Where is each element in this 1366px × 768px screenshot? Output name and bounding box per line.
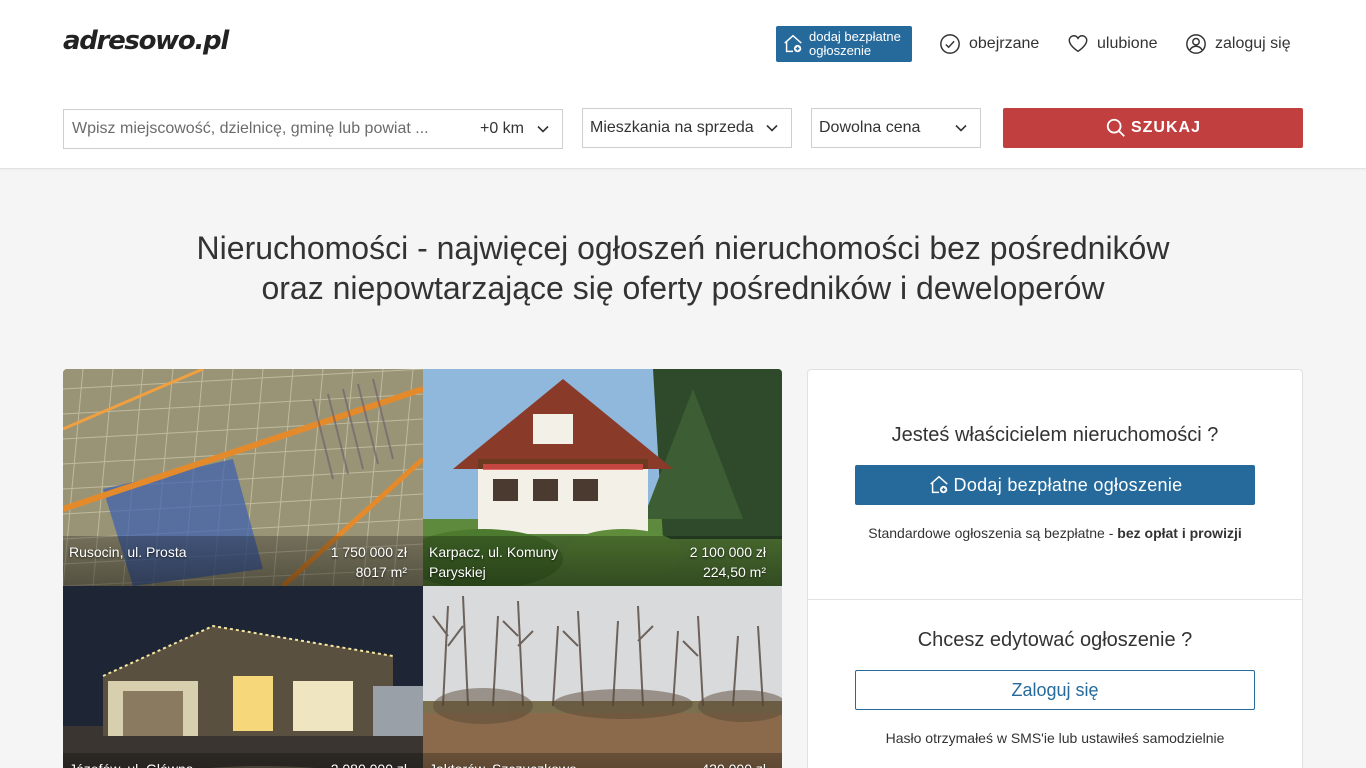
listing-area: 8017 m² [355, 564, 407, 580]
login-button[interactable]: Zaloguj się [855, 670, 1255, 710]
listing-photo-night-house [63, 586, 423, 768]
listing-address: Rusocin, ul. Prosta [69, 544, 187, 560]
nav-login-label: zaloguj się [1215, 35, 1291, 52]
listing-price: 420 000 zł [701, 759, 766, 768]
login-button-label: Zaloguj się [1011, 679, 1099, 700]
headline-line2: oraz niepowtarzające się oferty pośredni… [261, 270, 1105, 306]
listing-address: Józefów, ul. Główna [69, 759, 249, 768]
property-type-select[interactable]: Mieszkania na sprzedaż [582, 108, 792, 148]
panel-divider [808, 599, 1302, 600]
price-select[interactable]: Dowolna cena [811, 108, 981, 148]
listing-photo-field [423, 586, 782, 768]
listing-area: 224,50 m² [702, 564, 766, 580]
search-button-label: SZUKAJ [1130, 119, 1201, 136]
site-header: adresowo.pl dodaj bezpłatne ogłoszenie o… [0, 0, 1366, 169]
listing-address: Karpacz, ul. Komuny Paryskiej [429, 544, 559, 580]
listing-price-block: 2 080 000 zł [331, 759, 407, 768]
nav-favorites-label: ulubione [1097, 35, 1158, 52]
nav-watched-label: obejrzane [969, 35, 1040, 52]
site-logo[interactable]: adresowo.pl [63, 26, 229, 56]
price-value: Dowolna cena [819, 119, 921, 136]
listing-price: 1 750 000 zł [330, 544, 407, 560]
heart-icon [1068, 35, 1088, 53]
owner-panel-title: Jesteś właścicielem nieruchomości ? [891, 424, 1219, 446]
featured-listings: Rusocin, ul. Prosta 1 750 000 zł 8017 m² [63, 369, 782, 768]
logo-suffix: .pl [194, 26, 229, 56]
listing-price: 2 100 000 zł [689, 544, 766, 560]
listing-price-block: 2 100 000 zł 224,50 m² [690, 542, 766, 582]
user-circle-icon [1186, 34, 1206, 54]
chevron-down-icon [537, 125, 549, 133]
add-listing-button[interactable]: dodaj bezpłatne ogłoszenie [776, 26, 912, 62]
free-note-bold: bez opłat i prowizji [1117, 525, 1242, 541]
listing-card[interactable]: Karpacz, ul. Komuny Paryskiej 2 100 000 … [423, 369, 782, 586]
listing-card[interactable]: Jaktorów, Szczuczkowo 420 000 zł [423, 586, 782, 768]
listing-caption: Józefów, ul. Główna 2 080 000 zł [63, 753, 423, 768]
edit-panel-title: Chcesz edytować ogłoszenie ? [917, 629, 1193, 651]
location-input[interactable] [64, 111, 464, 147]
owner-panel: Jesteś właścicielem nieruchomości ? Doda… [807, 369, 1303, 768]
headline-line1: Nieruchomości - najwięcej ogłoszeń nieru… [196, 230, 1170, 266]
chevron-down-icon [955, 124, 967, 132]
add-free-listing-label: Dodaj bezpłatne ogłoszenie [953, 474, 1183, 495]
listing-address: Jaktorów, Szczuczkowo [429, 759, 609, 768]
house-plus-icon [929, 475, 948, 494]
radius-value: +0 km [479, 120, 524, 137]
chevron-down-icon [766, 124, 778, 132]
nav-favorites[interactable]: ulubione [1067, 32, 1158, 56]
listing-price-block: 420 000 zł [701, 759, 766, 768]
listing-price: 2 080 000 zł [331, 759, 407, 768]
logo-text: adresowo [63, 26, 196, 56]
page-headline: Nieruchomości - najwięcej ogłoszeń nieru… [0, 228, 1366, 308]
property-type-value: Mieszkania na sprzedaż [590, 119, 754, 136]
password-note: Hasło otrzymałeś w SMS'ie lub ustawiłeś … [885, 730, 1225, 746]
location-search: +0 km [63, 109, 563, 149]
free-listing-note: Standardowe ogłoszenia są bezpłatne - be… [808, 525, 1302, 541]
free-note-text: Standardowe ogłoszenia są bezpłatne - [868, 525, 1118, 541]
add-listing-label: dodaj bezpłatne ogłoszenie [809, 30, 901, 58]
listing-caption: Jaktorów, Szczuczkowo 420 000 zł [423, 753, 782, 768]
add-free-listing-button[interactable]: Dodaj bezpłatne ogłoszenie [855, 465, 1255, 505]
listing-price-block: 1 750 000 zł 8017 m² [331, 542, 407, 582]
search-button[interactable]: SZUKAJ [1003, 108, 1303, 148]
nav-login[interactable]: zaloguj się [1185, 32, 1291, 56]
house-plus-icon [784, 34, 802, 53]
check-circle-icon [940, 34, 960, 54]
add-listing-line1: dodaj bezpłatne [809, 29, 901, 44]
listing-caption: Rusocin, ul. Prosta 1 750 000 zł 8017 m² [63, 536, 423, 586]
add-listing-line2: ogłoszenie [809, 43, 872, 58]
listing-caption: Karpacz, ul. Komuny Paryskiej 2 100 000 … [423, 536, 782, 586]
listing-card[interactable]: Rusocin, ul. Prosta 1 750 000 zł 8017 m² [63, 369, 423, 586]
search-icon [1106, 118, 1125, 137]
radius-select[interactable]: +0 km [480, 110, 550, 148]
nav-watched[interactable]: obejrzane [939, 32, 1039, 56]
listing-card[interactable]: Józefów, ul. Główna 2 080 000 zł [63, 586, 423, 768]
